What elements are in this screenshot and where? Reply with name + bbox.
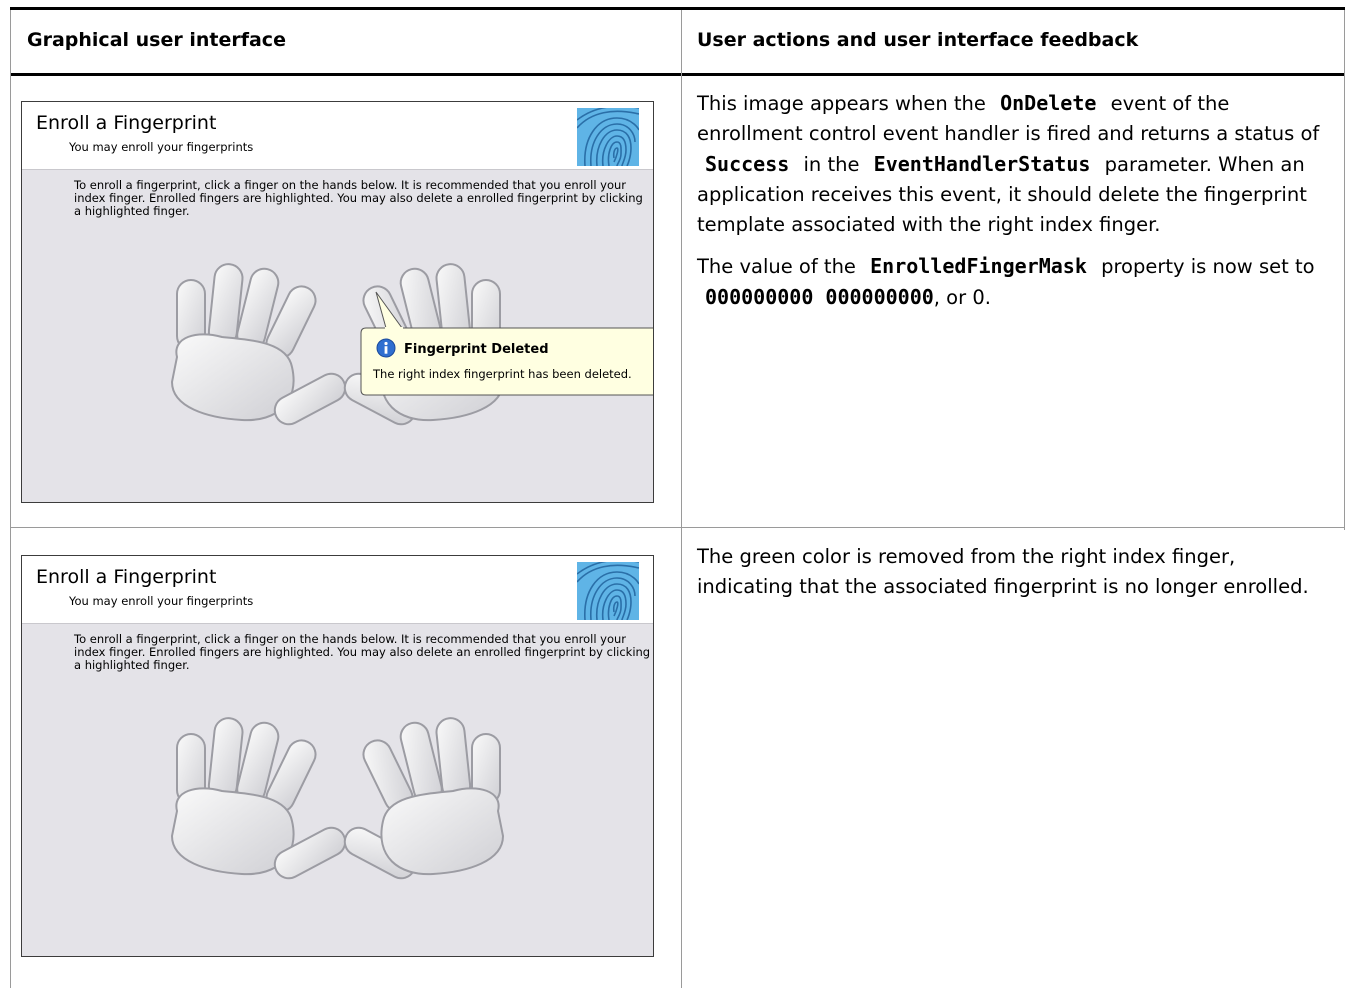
- column-header-feedback: User actions and user interface feedback: [697, 29, 1139, 51]
- balloon-title: Fingerprint Deleted: [404, 342, 549, 357]
- fingerprint-deleted-balloon: Fingerprint Deleted The right index fing…: [360, 327, 653, 396]
- code-mask-value: 000000000 000000000: [705, 285, 934, 309]
- column-divider: [681, 10, 682, 988]
- text-fragment: , or 0.: [933, 286, 991, 309]
- text-fragment: property is now set to: [1094, 255, 1315, 278]
- table-left-border: [10, 10, 11, 988]
- row2-paragraph-1: The green color is removed from the righ…: [697, 545, 1309, 598]
- text-fragment: The value of the: [697, 255, 863, 278]
- row1-feedback: This image appears when the OnDelete eve…: [697, 88, 1337, 324]
- enroll-fingerprint-dialog-after: Enroll a Fingerprint You may enroll your…: [21, 555, 654, 957]
- hands-illustration: [170, 717, 505, 880]
- row1-paragraph-2: The value of the EnrolledFingerMask prop…: [697, 251, 1337, 313]
- hands-illustration: [170, 263, 505, 426]
- balloon-pointer: [375, 291, 403, 330]
- row2-feedback: The green color is removed from the righ…: [697, 542, 1337, 613]
- right-palm: [380, 787, 505, 876]
- table-right-border: [1344, 10, 1345, 530]
- row1-paragraph-1: This image appears when the OnDelete eve…: [697, 88, 1337, 240]
- column-header-gui: Graphical user interface: [27, 29, 286, 51]
- header-bottom-rule: [10, 73, 1345, 76]
- enroll-fingerprint-dialog: Enroll a Fingerprint You may enroll your…: [21, 101, 654, 503]
- balloon-message: The right index fingerprint has been del…: [373, 367, 632, 381]
- info-icon: [376, 338, 396, 358]
- code-eventhandlerstatus: EventHandlerStatus: [873, 152, 1091, 176]
- code-ondelete: OnDelete: [1000, 91, 1097, 115]
- code-success: Success: [705, 152, 790, 176]
- table-top-rule: [10, 7, 1345, 10]
- row-divider: [10, 527, 1345, 528]
- text-fragment: in the: [797, 153, 866, 176]
- code-enrolledfingermask: EnrolledFingerMask: [870, 254, 1087, 278]
- text-fragment: This image appears when the: [697, 92, 993, 115]
